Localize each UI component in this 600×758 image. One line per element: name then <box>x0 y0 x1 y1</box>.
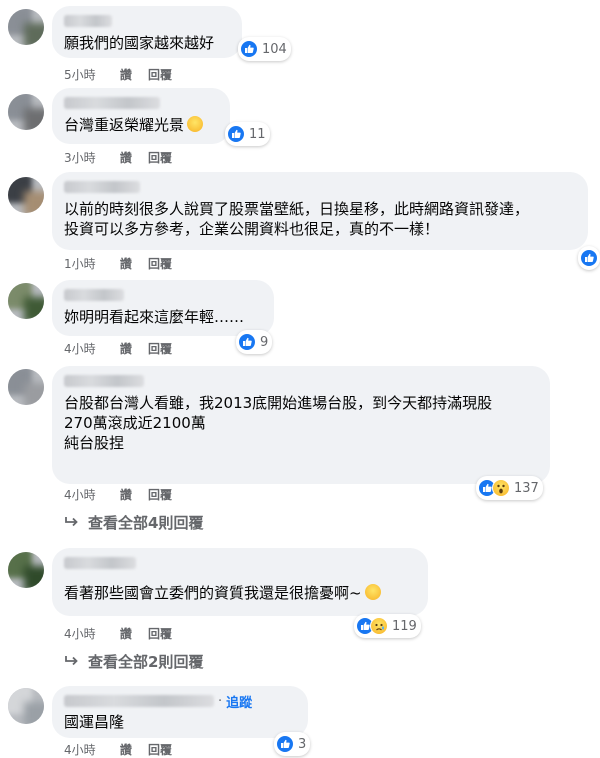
comment-actions: 4小時 讚 回覆 <box>64 626 184 642</box>
comment-text: 台股都台灣人看雖，我2013底開始進場台股，到今天都持滿現股 270萬滾成近21… <box>64 394 493 452</box>
comment-text: 妳明明看起來這麼年輕…… <box>64 308 245 326</box>
commenter-name-blurred[interactable] <box>64 289 124 301</box>
reply-button[interactable]: 回覆 <box>148 743 172 757</box>
like-button[interactable]: 讚 <box>120 151 132 165</box>
avatar[interactable] <box>8 9 44 45</box>
like-button[interactable]: 讚 <box>120 257 132 271</box>
comment-actions: 5小時 讚 回覆 <box>64 67 184 83</box>
reaction-summary[interactable]: 137 <box>476 476 543 500</box>
comment-bubble: 願我們的國家越來越好 <box>52 6 242 58</box>
commenter-name-blurred[interactable] <box>64 15 112 27</box>
reaction-count: 11 <box>249 126 266 142</box>
like-button[interactable]: 讚 <box>120 68 132 82</box>
reply-button[interactable]: 回覆 <box>148 257 172 271</box>
reply-button[interactable]: 回覆 <box>148 342 172 356</box>
reaction-summary[interactable]: 104 <box>238 37 291 61</box>
timestamp[interactable]: 3小時 <box>64 151 96 165</box>
reaction-count: 9 <box>260 334 269 350</box>
comment-text: 以前的時刻很多人說買了股票當壁紙，日換星移，此時網路資訊發達， 投資可以多方參考… <box>64 200 530 238</box>
laughing-face-emoji <box>364 584 381 600</box>
like-icon <box>276 735 294 753</box>
comment-actions: 4小時 讚 回覆 <box>64 341 184 357</box>
reaction-count: 137 <box>514 480 539 496</box>
reaction-count: 3 <box>298 736 307 752</box>
reply-button[interactable]: 回覆 <box>148 488 172 502</box>
commenter-name-blurred[interactable] <box>64 375 144 387</box>
reply-button[interactable]: 回覆 <box>148 68 172 82</box>
reply-arrow-icon <box>64 513 82 533</box>
comment-text: 台灣重返榮耀光景 <box>64 115 218 135</box>
comment-bubble: 以前的時刻很多人說買了股票當壁紙，日換星移，此時網路資訊發達， 投資可以多方參考… <box>52 172 588 250</box>
comment-bubble: 看著那些國會立委們的資質我還是很擔憂啊~ <box>52 548 428 616</box>
reaction-summary[interactable]: 3 <box>274 732 311 756</box>
reaction-summary[interactable]: 9 <box>236 330 273 354</box>
separator-dot: · <box>218 693 223 709</box>
like-icon <box>240 40 258 58</box>
commenter-name-blurred[interactable] <box>64 181 140 193</box>
like-button[interactable]: 讚 <box>120 627 132 641</box>
follow-button[interactable]: 追蹤 <box>226 692 252 711</box>
reaction-summary[interactable]: 11 <box>225 122 270 146</box>
comment-text: 國運昌隆 <box>64 713 125 731</box>
comment-bubble: · 追蹤 國運昌隆 <box>52 686 308 738</box>
comment-bubble: 台股都台灣人看雖，我2013底開始進場台股，到今天都持滿現股 270萬滾成近21… <box>52 366 550 484</box>
timestamp[interactable]: 4小時 <box>64 488 96 502</box>
commenter-name-blurred[interactable] <box>64 695 214 707</box>
wow-icon <box>492 479 510 497</box>
comment-text: 看著那些國會立委們的資質我還是很擔憂啊~ <box>64 583 416 603</box>
comment-actions: 4小時 讚 回覆 <box>64 487 184 503</box>
avatar[interactable] <box>8 283 44 319</box>
comment-text: 願我們的國家越來越好 <box>64 34 215 52</box>
like-icon <box>580 249 598 267</box>
comment-bubble: 台灣重返榮耀光景 <box>52 88 230 144</box>
comment-header: · 追蹤 <box>64 692 296 711</box>
timestamp[interactable]: 5小時 <box>64 68 96 82</box>
view-replies-link[interactable]: 查看全部4則回覆 <box>64 513 203 533</box>
avatar[interactable] <box>8 552 44 588</box>
reply-button[interactable]: 回覆 <box>148 151 172 165</box>
reaction-summary[interactable]: 119 <box>354 614 421 638</box>
smiling-face-emoji <box>187 116 204 132</box>
like-button[interactable]: 讚 <box>120 743 132 757</box>
like-icon <box>238 333 256 351</box>
like-button[interactable]: 讚 <box>120 342 132 356</box>
timestamp[interactable]: 4小時 <box>64 627 96 641</box>
avatar[interactable] <box>8 369 44 405</box>
reply-arrow-icon <box>64 652 82 672</box>
sad-icon <box>370 617 388 635</box>
like-icon <box>227 125 245 143</box>
reaction-count: 104 <box>262 41 287 57</box>
reaction-summary[interactable] <box>578 246 600 270</box>
commenter-name-blurred[interactable] <box>64 557 136 569</box>
avatar[interactable] <box>8 688 44 724</box>
commenter-name-blurred[interactable] <box>64 97 160 109</box>
avatar[interactable] <box>8 177 44 213</box>
comment-actions: 4小時 讚 回覆 <box>64 742 184 758</box>
timestamp[interactable]: 4小時 <box>64 342 96 356</box>
timestamp[interactable]: 4小時 <box>64 743 96 757</box>
comment-actions: 3小時 讚 回覆 <box>64 150 184 166</box>
view-replies-link[interactable]: 查看全部2則回覆 <box>64 652 203 672</box>
reply-button[interactable]: 回覆 <box>148 627 172 641</box>
reaction-count: 119 <box>392 618 417 634</box>
like-button[interactable]: 讚 <box>120 488 132 502</box>
timestamp[interactable]: 1小時 <box>64 257 96 271</box>
comment-actions: 1小時 讚 回覆 <box>64 256 184 272</box>
avatar[interactable] <box>8 94 44 130</box>
comment-bubble: 妳明明看起來這麼年輕…… <box>52 280 274 336</box>
